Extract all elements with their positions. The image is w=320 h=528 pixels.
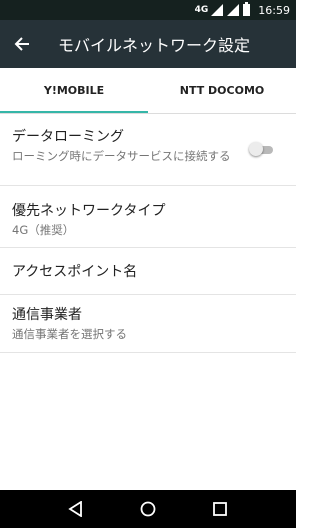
toggle-thumb: [249, 142, 263, 156]
tab-ntt-docomo[interactable]: NTT DOCOMO: [148, 68, 296, 113]
home-circle-icon: [140, 501, 156, 517]
page-title: モバイルネットワーク設定: [58, 36, 251, 55]
back-button[interactable]: [0, 20, 44, 68]
setting-data-roaming[interactable]: データローミング ローミング時にデータサービスに接続する: [0, 114, 296, 186]
tab-label: Y!MOBILE: [43, 84, 105, 97]
setting-preferred-network-type[interactable]: 優先ネットワークタイプ 4G（推奨）: [0, 186, 296, 248]
network-type-label: 4G: [194, 5, 209, 15]
app-bar: モバイルネットワーク設定: [0, 20, 296, 68]
nav-recents-button[interactable]: [204, 493, 236, 525]
tab-label: NTT DOCOMO: [179, 84, 265, 97]
setting-title: 通信事業者: [12, 307, 82, 323]
battery-icon: [243, 2, 251, 16]
setting-access-point-names[interactable]: アクセスポイント名: [0, 248, 296, 295]
setting-summary: 4G（推奨）: [12, 223, 75, 237]
back-triangle-icon: [68, 501, 82, 517]
status-bar: 4G 16:59: [0, 0, 296, 20]
setting-title: アクセスポイント名: [12, 264, 138, 280]
settings-list: データローミング ローミング時にデータサービスに接続する 優先ネットワークタイプ…: [0, 114, 296, 353]
signal-icon: [227, 4, 240, 16]
data-roaming-toggle[interactable]: [249, 142, 275, 158]
setting-title: 優先ネットワークタイプ: [12, 203, 166, 219]
setting-network-operators[interactable]: 通信事業者 通信事業者を選択する: [0, 295, 296, 353]
navigation-bar: [0, 490, 296, 528]
arrow-back-icon: [14, 37, 29, 51]
signal-icon: [211, 4, 224, 16]
clock: 16:59: [258, 3, 290, 17]
tab-ymobile[interactable]: Y!MOBILE: [0, 68, 148, 113]
nav-home-button[interactable]: [132, 493, 164, 525]
nav-back-button[interactable]: [60, 493, 92, 525]
tab-bar: Y!MOBILE NTT DOCOMO: [0, 68, 296, 114]
setting-summary: 通信事業者を選択する: [12, 327, 127, 341]
recents-square-icon: [213, 502, 227, 516]
